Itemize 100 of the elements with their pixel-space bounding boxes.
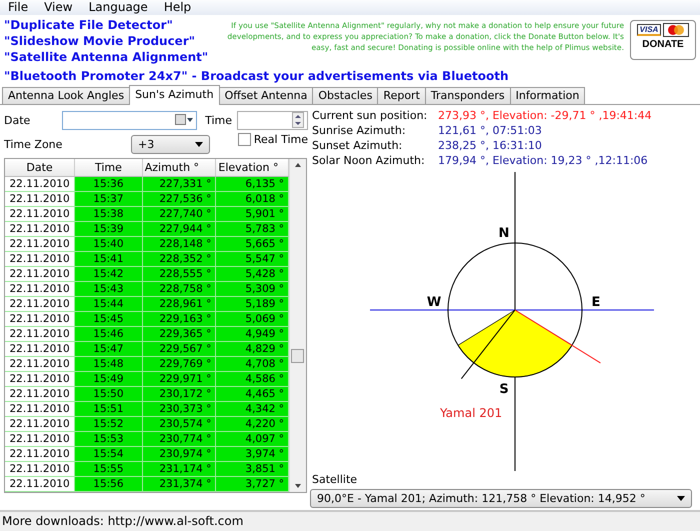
- table-cell: 4,220 °: [216, 416, 289, 432]
- table-cell: 22.11.2010: [5, 342, 75, 356]
- table-cell: 15:55: [74, 462, 142, 476]
- product-link[interactable]: "Satellite Antenna Alignment": [4, 49, 208, 65]
- table-cell: 22.11.2010: [5, 176, 75, 192]
- tab[interactable]: Information: [510, 87, 586, 104]
- table-cell: 5,189 °: [216, 296, 289, 312]
- table-cell: 229,365 °: [142, 326, 216, 342]
- table-cell: 22.11.2010: [5, 462, 75, 476]
- tab[interactable]: Sun's Azimuth: [129, 85, 220, 105]
- info-value: 179,94 °, Elevation: 19,23 ° ,12:11:06: [438, 153, 649, 168]
- table-cell: 6,135 °: [216, 176, 289, 192]
- table-cell: 4,949 °: [216, 326, 289, 342]
- column-header[interactable]: Elevation °: [216, 159, 289, 176]
- table-cell: 22.11.2010: [5, 402, 75, 416]
- table-cell: 22.11.2010: [5, 236, 75, 252]
- table-cell: 229,769 °: [142, 356, 216, 372]
- info-label: Sunset Azimuth:: [312, 138, 404, 153]
- table-cell: 15:49: [74, 372, 142, 386]
- table-cell: 227,331 °: [142, 176, 216, 192]
- donate-button[interactable]: VISA DONATE: [630, 20, 696, 60]
- scrollbar[interactable]: [289, 159, 306, 492]
- date-label: Date: [4, 114, 32, 126]
- tab[interactable]: Obstacles: [312, 87, 378, 104]
- table-cell: 231,374 °: [142, 476, 216, 492]
- menu-item[interactable]: Language: [80, 0, 156, 15]
- tab[interactable]: Offset Antenna: [218, 87, 314, 104]
- table-cell: 4,708 °: [216, 356, 289, 372]
- table-cell: 4,342 °: [216, 402, 289, 416]
- table-cell: 4,097 °: [216, 432, 289, 446]
- column-header[interactable]: Time: [74, 159, 142, 176]
- table-cell: 22.11.2010: [5, 252, 75, 266]
- time-field[interactable]: [236, 110, 308, 130]
- caret-icon: [677, 496, 685, 502]
- table-cell: 3,851 °: [216, 462, 289, 476]
- table-cell: 15:41: [74, 252, 142, 266]
- table-cell: 15:45: [74, 312, 142, 326]
- table-cell: 228,758 °: [142, 282, 216, 296]
- info-value: 121,61 °, 07:51:03: [438, 123, 543, 138]
- table-cell: 15:50: [74, 386, 142, 402]
- table-cell: 22.11.2010: [5, 432, 75, 446]
- table-cell: 22.11.2010: [5, 296, 75, 312]
- table-cell: 229,163 °: [142, 312, 216, 326]
- table-cell: 229,971 °: [142, 372, 216, 386]
- table-cell: 228,555 °: [142, 266, 216, 282]
- table-cell: 15:39: [74, 222, 142, 236]
- table-cell: 228,352 °: [142, 252, 216, 266]
- table-cell: 230,774 °: [142, 432, 216, 446]
- card-logo-icon: [663, 23, 690, 37]
- menu-item[interactable]: File: [0, 0, 36, 15]
- table-cell: 15:44: [74, 296, 142, 312]
- table-cell: 230,974 °: [142, 446, 216, 462]
- satellite-dropdown[interactable]: 90,0°E - Yamal 201; Azimuth: 121,758 ° Elevation: 14,952 °: [310, 489, 692, 508]
- table-cell: 22.11.2010: [5, 446, 75, 462]
- info-label: Solar Noon Azimuth:: [312, 153, 426, 168]
- timezone-dropdown[interactable]: +3: [131, 134, 210, 154]
- table-cell: 231,174 °: [142, 462, 216, 476]
- table-cell: 22.11.2010: [5, 356, 75, 372]
- table-cell: 15:52: [74, 416, 142, 432]
- column-header[interactable]: Azimuth °: [142, 159, 216, 176]
- table-cell: 22.11.2010: [5, 192, 75, 206]
- table-cell: 15:46: [74, 326, 142, 342]
- table-cell: 5,901 °: [216, 206, 289, 222]
- column-header[interactable]: Date: [5, 159, 75, 176]
- table-cell: 230,373 °: [142, 402, 216, 416]
- table-cell: 4,829 °: [216, 342, 289, 356]
- caret-icon: [194, 142, 203, 146]
- info-label: Sunrise Azimuth:: [312, 123, 407, 138]
- product-link[interactable]: "Duplicate File Detector": [4, 17, 173, 33]
- table-cell: 15:54: [74, 446, 142, 462]
- table-cell: 22.11.2010: [5, 206, 75, 222]
- table-cell: 22.11.2010: [5, 266, 75, 282]
- spinner-icon: [292, 112, 304, 128]
- scroll-thumb[interactable]: [291, 349, 304, 363]
- table-cell: 22.11.2010: [5, 476, 75, 492]
- menu-item[interactable]: Help: [156, 0, 200, 15]
- table-cell: 22.11.2010: [5, 282, 75, 296]
- realtime-checkbox[interactable]: [238, 132, 251, 146]
- product-link[interactable]: "Bluetooth Promoter 24x7" - Broadcast your advertisements via Bluetooth: [4, 68, 508, 82]
- table-cell: 5,069 °: [216, 312, 289, 326]
- info-value: 273,93 °, Elevation: -29,71 ° ,19:41:44: [438, 108, 653, 123]
- table-cell: 15:36: [74, 176, 142, 192]
- status-bar: More downloads: http://www.al-soft.com: [0, 510, 700, 531]
- table-cell: 15:42: [74, 266, 142, 282]
- product-link[interactable]: "Slideshow Movie Producer": [4, 33, 195, 49]
- table-cell: 22.11.2010: [5, 312, 75, 326]
- date-field[interactable]: [62, 110, 198, 130]
- table-cell: 4,465 °: [216, 386, 289, 402]
- table-cell: 3,974 °: [216, 446, 289, 462]
- table-cell: 5,783 °: [216, 222, 289, 236]
- tab[interactable]: Transponders: [424, 87, 511, 104]
- info-label: Current sun position:: [312, 108, 428, 123]
- table-cell: 22.11.2010: [5, 222, 75, 236]
- menu-item[interactable]: View: [36, 0, 81, 15]
- table-cell: 15:43: [74, 282, 142, 296]
- time-label: Time: [205, 114, 234, 126]
- tab[interactable]: Antenna Look Angles: [2, 87, 130, 104]
- table-cell: 22.11.2010: [5, 372, 75, 386]
- table-cell: 15:37: [74, 192, 142, 206]
- tab[interactable]: Report: [377, 87, 426, 104]
